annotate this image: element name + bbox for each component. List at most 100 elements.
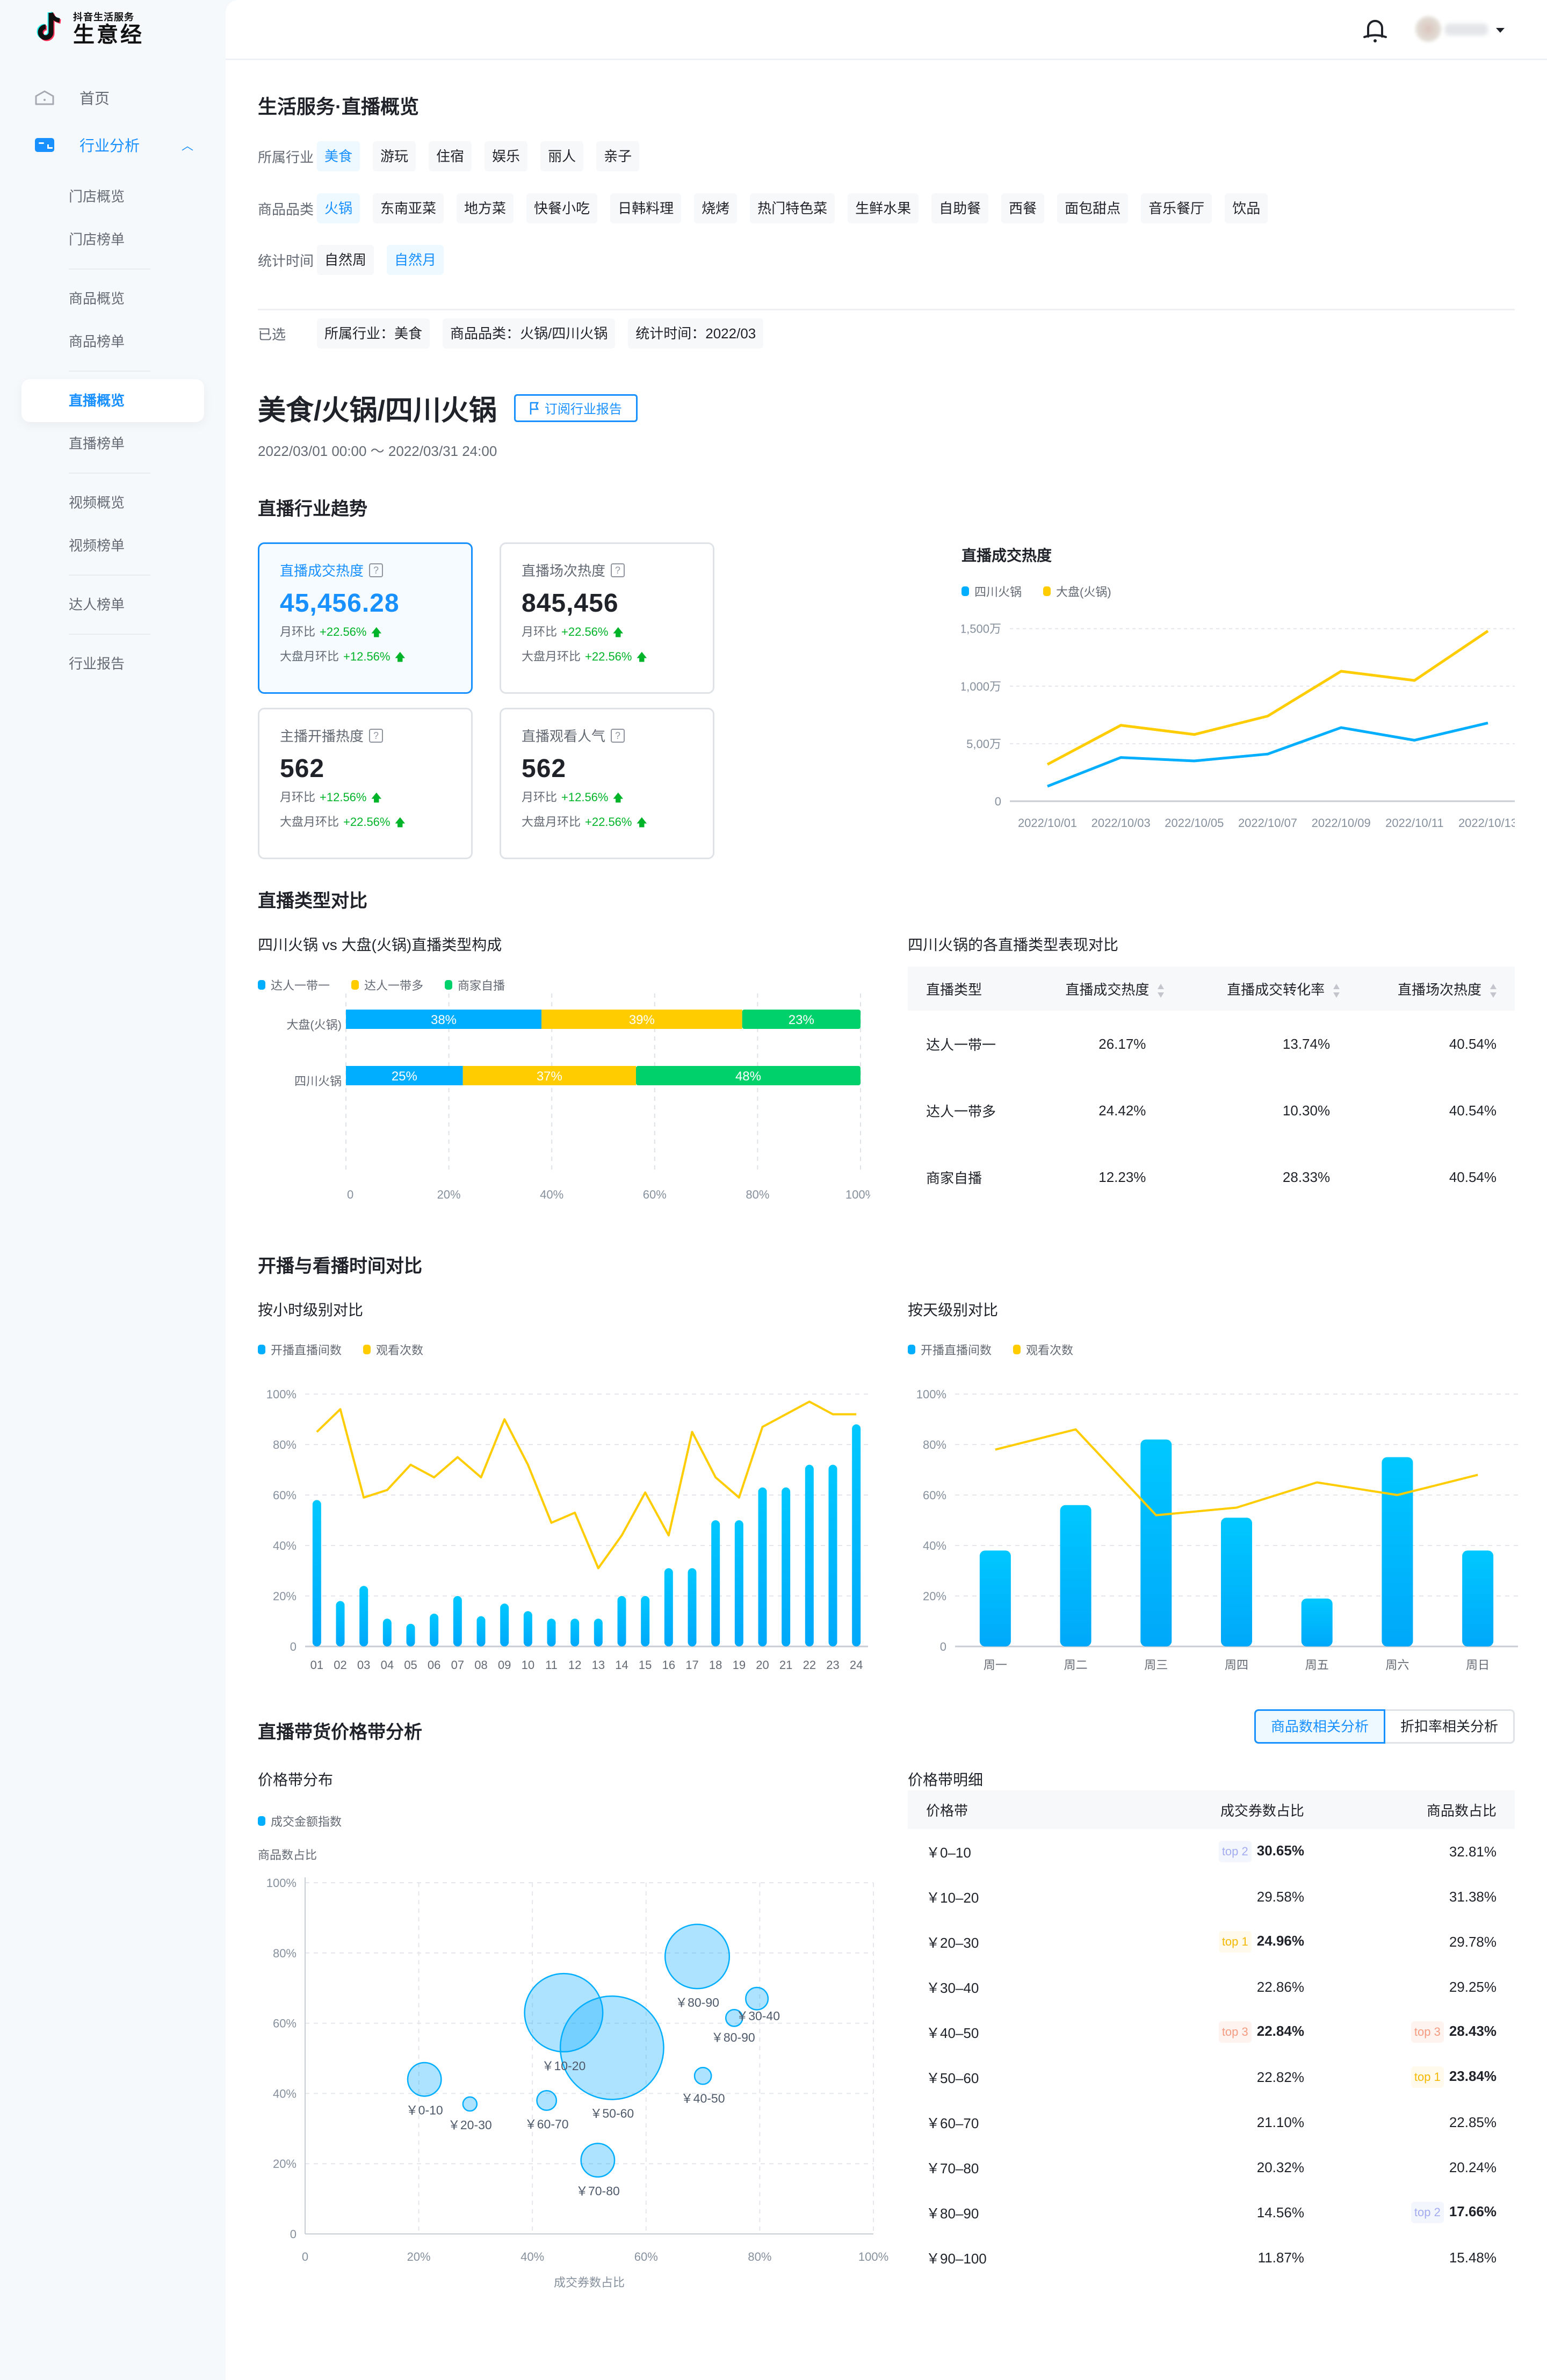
legend-item[interactable]: 大盘(火锅) bbox=[1043, 583, 1111, 600]
category-chip[interactable]: 音乐餐厅 bbox=[1141, 193, 1212, 223]
category-chip[interactable]: 西餐 bbox=[1001, 193, 1045, 223]
sidebar-item-store-overview[interactable]: 门店概览 bbox=[0, 175, 226, 218]
category-chip[interactable]: 地方菜 bbox=[457, 193, 514, 223]
sort-icon[interactable] bbox=[1158, 983, 1165, 998]
bubble[interactable] bbox=[559, 1995, 664, 2100]
selected-tag-chip[interactable]: 所属行业：美食 bbox=[317, 318, 430, 349]
user-name[interactable] bbox=[1445, 24, 1488, 35]
bar[interactable] bbox=[453, 1596, 462, 1646]
bubble[interactable] bbox=[407, 2062, 442, 2097]
table-header-cell[interactable]: 直播成交转化率 bbox=[1182, 967, 1358, 1011]
kpi-card[interactable]: 直播成交热度? 45,456.28 月环比 +22.56% 🡅 大盘月环比 +12.56% 🡅 bbox=[258, 542, 473, 694]
sidebar-item-goods-overview[interactable]: 商品概览 bbox=[0, 277, 226, 320]
selected-tag-chip[interactable]: 统计时间：2022/03 bbox=[628, 318, 764, 349]
bar[interactable] bbox=[688, 1568, 697, 1646]
industry-chip[interactable]: 亲子 bbox=[596, 141, 640, 171]
bubble[interactable] bbox=[693, 2066, 712, 2085]
industry-chip[interactable]: 美食 bbox=[317, 141, 360, 171]
legend-item[interactable]: 成交金额指数 bbox=[258, 1812, 342, 1830]
bar[interactable] bbox=[828, 1464, 837, 1646]
category-chip[interactable]: 日韩料理 bbox=[610, 193, 682, 223]
kpi-card[interactable]: 直播观看人气? 562 月环比 +12.56% 🡅 大盘月环比 +22.56% 🡅 bbox=[500, 708, 714, 859]
bar[interactable] bbox=[382, 1619, 392, 1646]
sidebar-item-industry-analysis[interactable]: 行业分析 ︿ bbox=[0, 128, 226, 162]
bubble[interactable] bbox=[536, 2090, 558, 2111]
bar[interactable] bbox=[664, 1568, 673, 1646]
kpi-card[interactable]: 直播场次热度? 845,456 月环比 +22.56% 🡅 大盘月环比 +22.56% 🡅 bbox=[500, 542, 714, 694]
bar[interactable] bbox=[1060, 1505, 1091, 1646]
bar[interactable] bbox=[782, 1487, 791, 1646]
sidebar-item-influencer-ranking[interactable]: 达人榜单 bbox=[0, 583, 226, 626]
bar[interactable] bbox=[1221, 1518, 1252, 1646]
bar[interactable] bbox=[500, 1603, 509, 1646]
table-header-cell[interactable]: 直播成交热度 bbox=[1025, 967, 1183, 1011]
bar[interactable] bbox=[594, 1619, 603, 1646]
bar[interactable] bbox=[641, 1596, 650, 1646]
legend-item[interactable]: 四川火锅 bbox=[962, 583, 1022, 600]
bar[interactable] bbox=[805, 1464, 814, 1646]
sidebar-item-live-ranking[interactable]: 直播榜单 bbox=[0, 422, 226, 465]
sidebar-item-store-ranking[interactable]: 门店榜单 bbox=[0, 218, 226, 261]
bar[interactable] bbox=[617, 1596, 626, 1646]
legend-item[interactable]: 开播直播间数 bbox=[258, 1341, 342, 1358]
bar[interactable] bbox=[758, 1487, 767, 1646]
industry-chip[interactable]: 丽人 bbox=[540, 141, 584, 171]
bar[interactable] bbox=[711, 1520, 720, 1646]
sort-icon[interactable] bbox=[1333, 983, 1340, 998]
series-line-大盘(火锅)[interactable] bbox=[1046, 629, 1489, 766]
category-chip[interactable]: 火锅 bbox=[317, 193, 360, 223]
category-chip[interactable]: 生鲜水果 bbox=[848, 193, 919, 223]
sidebar-item-home[interactable]: 首页 bbox=[0, 81, 226, 115]
tab-goods-analysis[interactable]: 商品数相关分析 bbox=[1254, 1709, 1385, 1744]
bar[interactable] bbox=[852, 1424, 861, 1646]
kpi-card[interactable]: 主播开播热度? 562 月环比 +12.56% 🡅 大盘月环比 +22.56% 🡅 bbox=[258, 708, 473, 859]
help-icon[interactable]: ? bbox=[369, 563, 384, 577]
bar[interactable] bbox=[734, 1520, 743, 1646]
subscribe-report-button[interactable]: 订阅行业报告 bbox=[514, 394, 638, 422]
bar[interactable] bbox=[1462, 1550, 1494, 1646]
bar[interactable] bbox=[547, 1619, 556, 1646]
bar[interactable] bbox=[570, 1619, 580, 1646]
category-chip[interactable]: 烧烤 bbox=[694, 193, 738, 223]
bar[interactable] bbox=[1140, 1439, 1172, 1646]
sidebar-item-video-ranking[interactable]: 视频榜单 bbox=[0, 524, 226, 567]
table-header-cell[interactable]: 直播场次热度 bbox=[1358, 967, 1515, 1011]
category-chip[interactable]: 饮品 bbox=[1225, 193, 1268, 223]
user-avatar[interactable] bbox=[1415, 16, 1441, 42]
selected-tag-chip[interactable]: 商品品类：火锅/四川火锅 bbox=[443, 318, 616, 349]
help-icon[interactable]: ? bbox=[611, 728, 625, 743]
caret-down-icon[interactable] bbox=[1496, 28, 1505, 33]
series-line-四川火锅[interactable] bbox=[1047, 721, 1488, 788]
legend-item[interactable]: 开播直播间数 bbox=[908, 1341, 992, 1358]
series-line-views[interactable] bbox=[316, 1401, 857, 1570]
category-chip[interactable]: 自助餐 bbox=[931, 193, 989, 223]
bar[interactable] bbox=[1301, 1598, 1333, 1646]
chevron-up-icon[interactable]: ︿ bbox=[182, 136, 193, 154]
industry-chip[interactable]: 住宿 bbox=[429, 141, 472, 171]
bubble[interactable] bbox=[745, 1986, 769, 2011]
legend-item[interactable]: 观看次数 bbox=[1013, 1341, 1073, 1358]
bar[interactable] bbox=[476, 1616, 486, 1646]
period-chip[interactable]: 自然周 bbox=[317, 245, 374, 275]
bar[interactable] bbox=[359, 1586, 368, 1646]
brand-logo[interactable]: 抖音生活服务 生意经 bbox=[33, 10, 144, 46]
category-chip[interactable]: 快餐小吃 bbox=[526, 193, 598, 223]
bar[interactable] bbox=[1382, 1457, 1413, 1647]
help-icon[interactable]: ? bbox=[369, 728, 384, 743]
category-chip[interactable]: 热门特色菜 bbox=[750, 193, 835, 223]
sort-icon[interactable] bbox=[1490, 983, 1497, 998]
bar[interactable] bbox=[312, 1500, 321, 1646]
category-chip[interactable]: 面包甜点 bbox=[1057, 193, 1129, 223]
bell-icon[interactable] bbox=[1362, 18, 1389, 44]
sidebar-item-industry-report[interactable]: 行业报告 bbox=[0, 642, 226, 685]
help-icon[interactable]: ? bbox=[611, 563, 625, 577]
industry-chip[interactable]: 娱乐 bbox=[485, 141, 528, 171]
bar[interactable] bbox=[406, 1623, 415, 1646]
legend-item[interactable]: 观看次数 bbox=[363, 1341, 423, 1358]
bar[interactable] bbox=[979, 1550, 1011, 1646]
sidebar-item-goods-ranking[interactable]: 商品榜单 bbox=[0, 320, 226, 363]
bubble[interactable] bbox=[580, 2143, 616, 2178]
bubble[interactable] bbox=[664, 1924, 731, 1990]
bar[interactable] bbox=[336, 1601, 345, 1646]
bar[interactable] bbox=[523, 1611, 532, 1646]
